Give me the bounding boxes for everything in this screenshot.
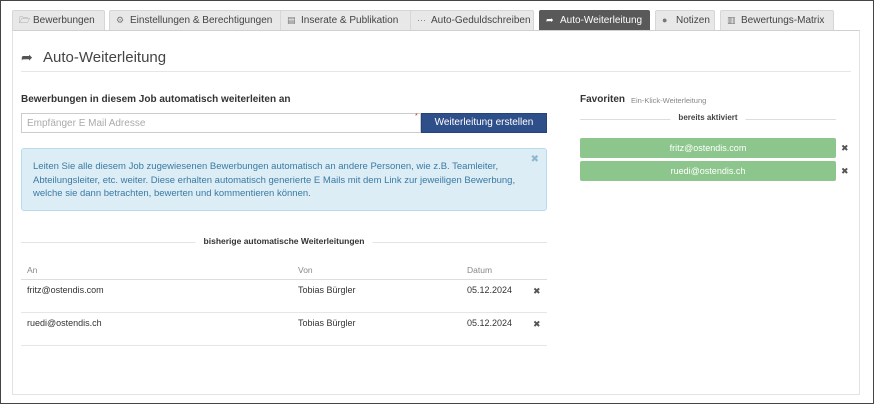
- tab-label: Notizen: [676, 15, 710, 26]
- folder-icon: 🗁: [19, 15, 31, 25]
- newspaper-icon: ▤: [287, 15, 296, 25]
- close-icon[interactable]: ✖: [531, 153, 539, 167]
- cell-sender: Tobias Bürgler: [298, 318, 356, 328]
- share-icon: ➦: [21, 49, 33, 65]
- tab-label: Bewertungs-Matrix: [741, 15, 825, 26]
- column-header-datum: Datum: [467, 265, 493, 275]
- share-icon: ➦: [546, 15, 554, 25]
- tab-notizen[interactable]: ● Notizen: [655, 10, 715, 30]
- tab-label: Bewerbungen: [33, 15, 95, 26]
- favorite-pill[interactable]: ruedi@ostendis.ch: [580, 161, 836, 181]
- tab-label: Inserate & Publikation: [301, 15, 399, 26]
- required-marker: *: [415, 113, 418, 120]
- app-window: 🗁 Bewerbungen ⚙ Einstellungen & Berechtigu…: [0, 0, 874, 404]
- tab-einstellungen[interactable]: ⚙ Einstellungen & Berechtigungen: [109, 10, 286, 30]
- tab-auto-weiterleitung[interactable]: ➦ Auto-Weiterleitung: [539, 10, 650, 30]
- favorite-pill[interactable]: fritz@ostendis.com: [580, 138, 836, 158]
- table-row: ruedi@ostendis.ch Tobias Bürgler 05.12.2…: [21, 313, 547, 346]
- history-heading: bisherige automatische Weiterleitungen: [21, 236, 547, 248]
- tab-bewerbungen[interactable]: 🗁 Bewerbungen: [12, 10, 105, 30]
- favorites-divider-label: bereits aktiviert: [670, 113, 746, 122]
- delete-icon[interactable]: ✖: [841, 166, 849, 177]
- tab-inserate[interactable]: ▤ Inserate & Publikation: [280, 10, 415, 30]
- delete-icon[interactable]: ✖: [841, 143, 849, 154]
- cell-recipient: fritz@ostendis.com: [27, 285, 104, 295]
- column-header-an: An: [27, 265, 38, 275]
- info-alert: Leiten Sie alle diesem Job zugewiesenen …: [21, 148, 547, 211]
- recipient-email-input[interactable]: [21, 113, 421, 133]
- table-row: fritz@ostendis.com Tobias Bürgler 05.12.…: [21, 280, 547, 313]
- title-divider: [21, 71, 851, 72]
- tab-auto-geduldschreiben[interactable]: ··· Auto-Geduldschreiben: [410, 10, 534, 30]
- cell-sender: Tobias Bürgler: [298, 285, 356, 295]
- delete-icon[interactable]: ✖: [533, 319, 541, 330]
- table-header: An Von Datum: [21, 259, 547, 280]
- cogs-icon: ⚙: [116, 15, 125, 25]
- create-forwarding-button[interactable]: Weiterleitung erstellen: [421, 113, 547, 133]
- favorites-heading: Favoriten: [580, 94, 626, 105]
- page-title-text: Auto-Weiterleitung: [43, 49, 167, 66]
- bar-chart-icon: ▥: [727, 15, 736, 25]
- page-title: ➦ Auto-Weiterleitung: [21, 49, 166, 66]
- favorites-divider: bereits aktiviert: [580, 113, 836, 125]
- info-alert-text: Leiten Sie alle diesem Job zugewiesenen …: [33, 161, 516, 199]
- delete-icon[interactable]: ✖: [533, 286, 541, 297]
- tab-label: Auto-Geduldschreiben: [431, 15, 531, 26]
- cell-recipient: ruedi@ostendis.ch: [27, 318, 102, 328]
- tab-label: Einstellungen & Berechtigungen: [130, 15, 273, 26]
- cell-date: 05.12.2024: [467, 318, 513, 328]
- history-heading-text: bisherige automatische Weiterleitungen: [195, 236, 373, 246]
- tab-bewertungs-matrix[interactable]: ▥ Bewertungs-Matrix: [720, 10, 834, 30]
- forwarding-history-table: An Von Datum fritz@ostendis.com Tobias B…: [21, 259, 547, 346]
- ellipsis-icon: ···: [417, 15, 426, 25]
- tab-label: Auto-Weiterleitung: [560, 15, 643, 26]
- tab-content-panel: ➦ Auto-Weiterleitung Bewerbungen in diese…: [12, 30, 860, 395]
- cell-date: 05.12.2024: [467, 285, 513, 295]
- favorites-subheading: Ein-Klick-Weiterleitung: [631, 96, 707, 105]
- forward-form-label: Bewerbungen in diesem Job automatisch we…: [21, 94, 291, 105]
- column-header-von: Von: [298, 265, 313, 275]
- comment-icon: ●: [662, 15, 668, 25]
